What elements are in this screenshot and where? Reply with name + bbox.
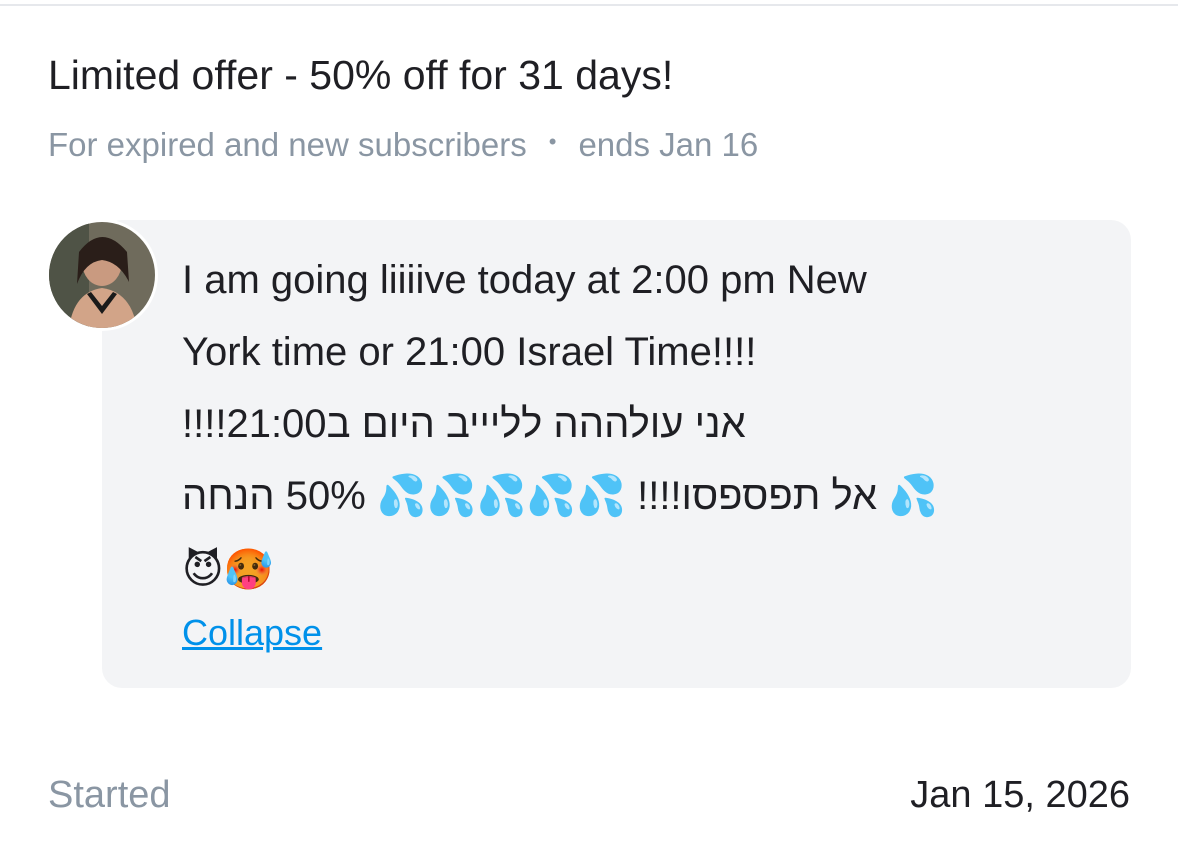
message-discount: 50% הנחה [182, 474, 366, 518]
emoji-row: 😈🥵 [182, 532, 1102, 604]
emoji-drops: 💦 [576, 474, 626, 518]
offer-ends: ends Jan 16 [578, 126, 759, 163]
message-line-2: York time or 21:00 Israel Time!!!! [182, 330, 757, 374]
message-text: I am going liiiive today at 2:00 pm New … [182, 244, 1102, 604]
top-divider [0, 4, 1178, 6]
emoji-drops: 💦 [376, 474, 427, 518]
started-date: Jan 15, 2026 [910, 774, 1130, 816]
avatar[interactable] [46, 219, 158, 331]
emoji-drops-group: 💦💦💦💦💦 [377, 474, 626, 518]
offer-audience: For expired and new subscribers [48, 126, 527, 163]
hot-face-emoji: 🥵 [223, 548, 274, 593]
offer-meta: For expired and new subscribers • ends Jan… [48, 126, 758, 164]
emoji-drops: 💦 [426, 474, 477, 518]
message-hebrew-dont-miss: אל תפספסו!!!! [637, 474, 878, 518]
emoji-drops: 💦 [526, 474, 577, 518]
offer-title: Limited offer - 50% off for 31 days! [48, 52, 674, 98]
started-label: Started [48, 774, 171, 816]
message-line-4: 💦 אל תפספסו!!!! 💦💦💦💦💦 50% הנחה [182, 460, 1102, 532]
emoji-drops: 💦 [888, 474, 938, 518]
message-line-3: אני עולההה לליייב היום ב21:00!!!! [182, 402, 746, 446]
message-line-1: I am going liiiive today at 2:00 pm New [182, 258, 867, 302]
profile-photo-avatar-icon [49, 222, 155, 328]
emoji-drops: 💦 [476, 474, 527, 518]
meta-separator: • [548, 129, 557, 155]
smiling-devil-emoji: 😈 [182, 548, 224, 593]
collapse-link[interactable]: Collapse [182, 612, 322, 654]
